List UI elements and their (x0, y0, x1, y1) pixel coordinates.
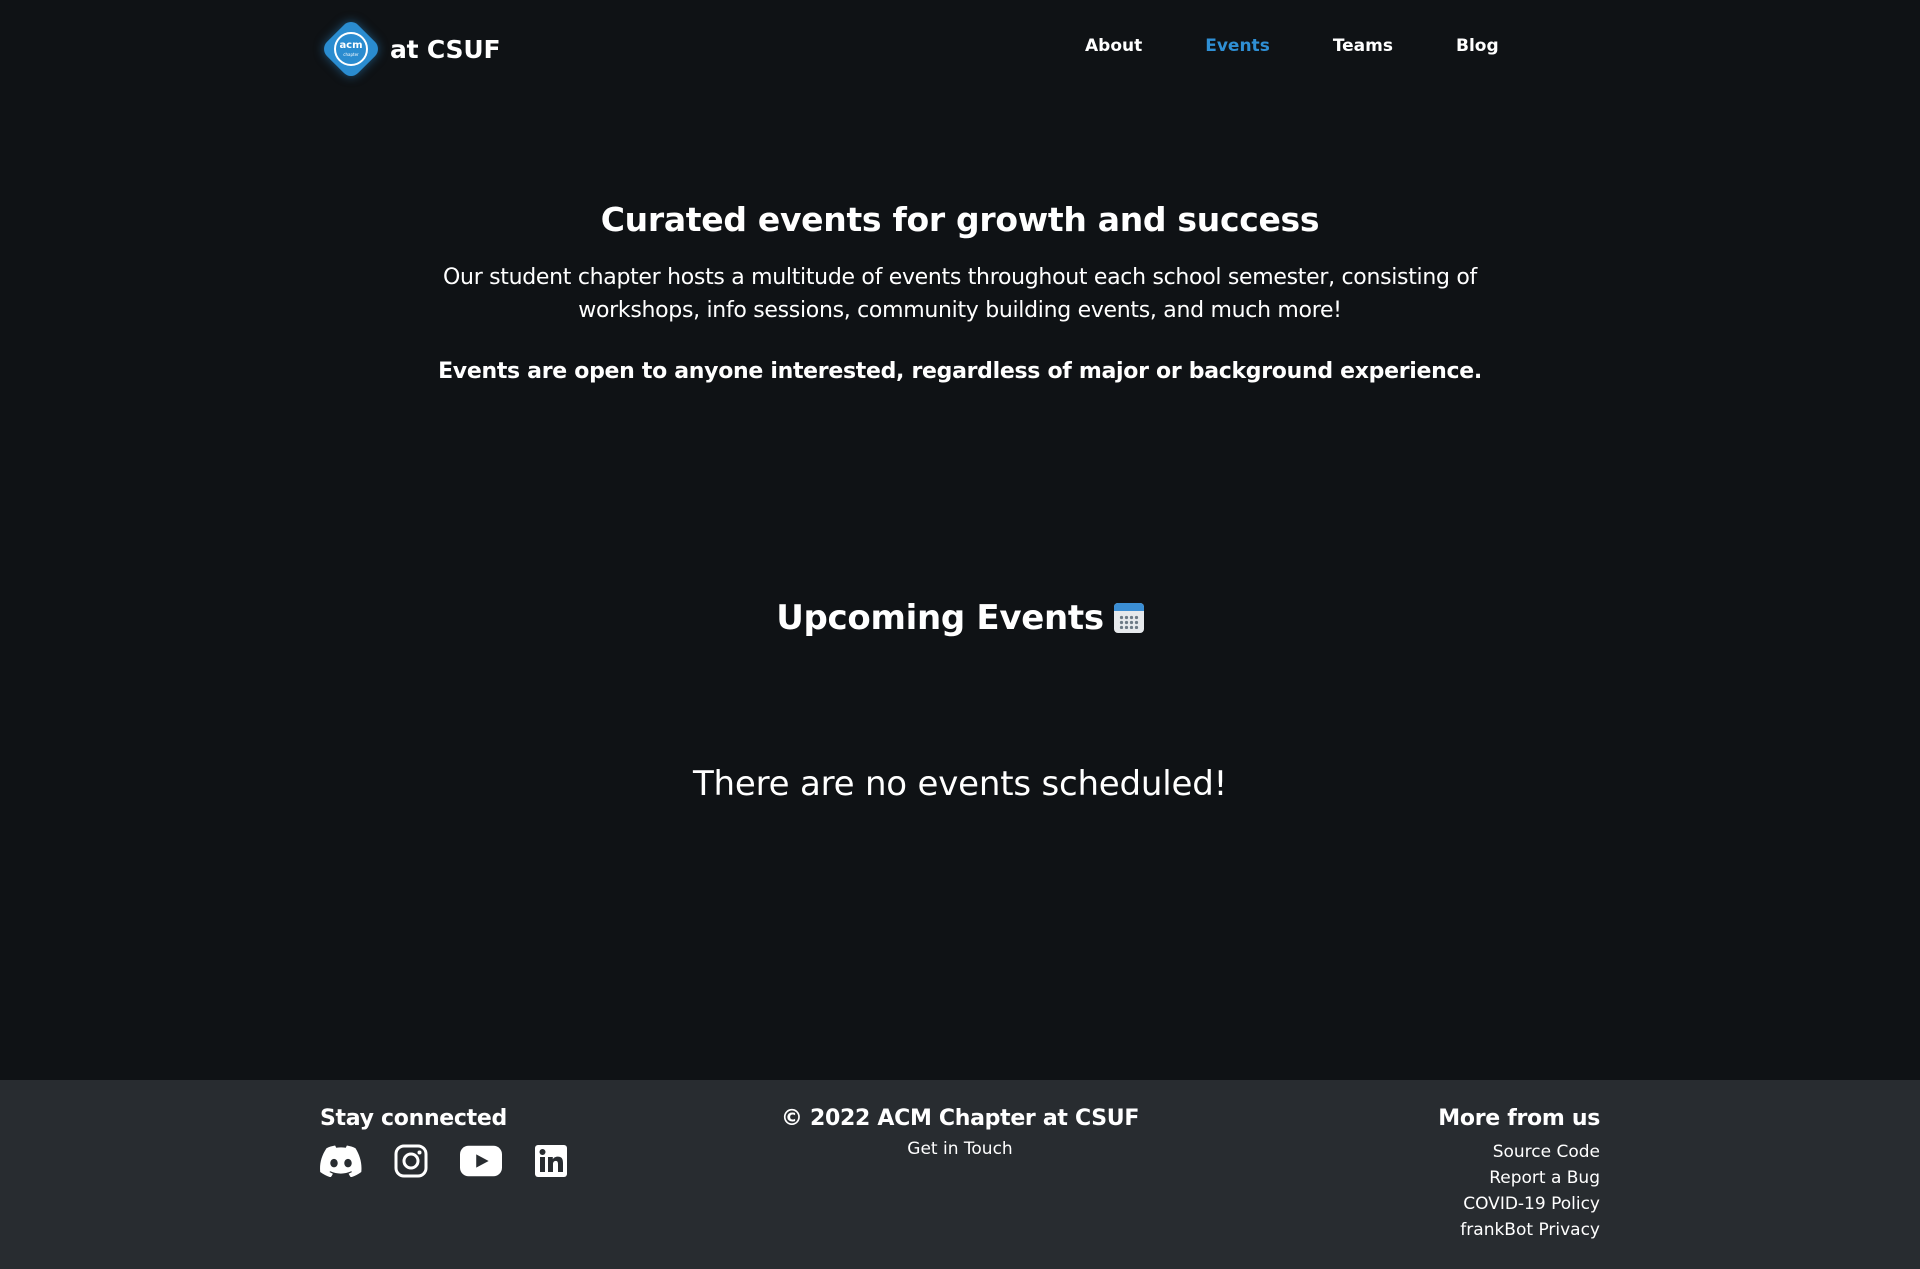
nav-events[interactable]: Events (1205, 36, 1270, 56)
source-code-link[interactable]: Source Code (1438, 1139, 1600, 1165)
upcoming-events-section: Upcoming Events (0, 598, 1920, 638)
frankbot-privacy-link[interactable]: frankBot Privacy (1438, 1217, 1600, 1243)
main-nav: About Events Teams Blog (1085, 36, 1499, 56)
brand-home-link[interactable]: acm chapter at CSUF (319, 17, 501, 81)
footer-center: © 2022 ACM Chapter at CSUF Get in Touch (0, 1106, 1920, 1159)
footer-links: Source Code Report a Bug COVID-19 Policy… (1438, 1139, 1600, 1243)
site-header: acm chapter at CSUF About Events Teams B… (0, 0, 1920, 96)
report-bug-link[interactable]: Report a Bug (1438, 1165, 1600, 1191)
covid-policy-link[interactable]: COVID-19 Policy (1438, 1191, 1600, 1217)
upcoming-events-heading: Upcoming Events (776, 598, 1144, 638)
nav-about[interactable]: About (1085, 36, 1142, 56)
logo-subtext: chapter (343, 52, 359, 57)
more-from-us-title: More from us (1438, 1106, 1600, 1131)
acm-logo: acm chapter (319, 17, 383, 81)
brand-name: at CSUF (390, 34, 501, 64)
logo-ring: acm chapter (334, 32, 368, 66)
site-footer: Stay connected © 2022 ACM Chapter at CSU… (0, 1080, 1920, 1269)
no-events-message: There are no events scheduled! (692, 764, 1228, 804)
logo-text: acm (339, 40, 363, 51)
copyright-text: © 2022 ACM Chapter at CSUF (780, 1106, 1140, 1131)
calendar-icon (1113, 603, 1144, 633)
hero-section: Curated events for growth and success Ou… (0, 200, 1920, 384)
footer-more-from-us: More from us Source Code Report a Bug CO… (1438, 1106, 1600, 1243)
hero-title: Curated events for growth and success (600, 200, 1320, 239)
hero-open-note: Events are open to anyone interested, re… (438, 359, 1482, 384)
nav-blog[interactable]: Blog (1456, 36, 1499, 56)
upcoming-events-title: Upcoming Events (776, 598, 1104, 638)
hero-lead: Our student chapter hosts a multitude of… (443, 265, 1477, 323)
get-in-touch-link[interactable]: Get in Touch (0, 1139, 1920, 1159)
nav-teams[interactable]: Teams (1333, 36, 1393, 56)
